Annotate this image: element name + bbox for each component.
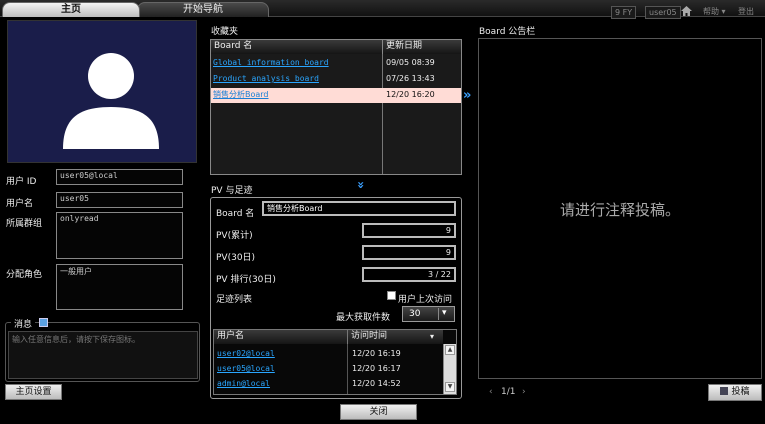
logout-link[interactable]: 登出 [738,6,754,19]
avatar [7,20,197,163]
visit-time: 12/20 16:17 [352,364,401,373]
post-button-label: 投稿 [731,387,750,397]
column-header-update-date[interactable]: 更新日期 [383,40,461,54]
status-indicator: 9 FY [611,6,637,19]
update-date: 09/05 08:39 [386,58,435,67]
visit-scrollbar[interactable]: ▲ ▼ [443,344,456,394]
visit-time: 12/20 14:52 [352,379,401,388]
scroll-down-icon[interactable]: ▼ [445,382,455,392]
table-row[interactable]: admin@local 12/20 14:52 [214,377,443,392]
role-label: 分配角色 [6,270,43,280]
help-menu[interactable]: 帮助 ▾ [703,6,726,19]
board-title: Board 公告栏 [479,27,536,37]
save-icon[interactable] [39,318,48,327]
max-count-value: 30 [409,309,421,319]
last-visit-label: 用户上次访问 [398,295,453,305]
home-settings-button[interactable]: 主页设置 [5,384,62,400]
board-link[interactable]: Global information board [213,56,329,70]
home-icon[interactable] [681,6,692,19]
update-date: 07/26 13:43 [386,74,435,83]
next-page-icon[interactable]: › [522,387,526,397]
collapse-chevron-icon[interactable]: » [354,181,368,189]
visitor-link[interactable]: user02@local [217,347,275,361]
post-icon [720,387,729,395]
visit-table: 用户名 访问时间 ▾ user02@local 12/20 16:19 user… [213,329,457,395]
user-id-field: user05@local [56,169,183,185]
visitor-link[interactable]: admin@local [217,377,270,391]
update-date: 12/20 16:20 [386,90,435,99]
sort-down-icon[interactable]: ▾ [430,330,434,343]
scroll-up-icon[interactable]: ▲ [445,345,455,355]
role-field: 一般用户 [56,264,183,310]
message-input[interactable]: 输入任意信息后，请按下保存图标。 [8,331,198,379]
post-button[interactable]: 投稿 [708,384,762,401]
pv-rank-label: PV 排行(30日) [216,275,276,285]
visit-time: 12/20 16:19 [352,349,401,358]
message-title: 消息 [11,317,36,330]
pv-title: PV 与足迹 [211,186,253,196]
table-row[interactable]: user02@local 12/20 16:19 [214,347,443,362]
board-empty-message: 请进行注释投稿。 [559,201,680,219]
chevron-down-icon: ▾ [442,308,447,318]
pv-30day-label: PV(30日) [216,253,256,263]
message-title-label: 消息 [14,320,33,330]
footprint-label: 足迹列表 [216,295,253,305]
group-label: 所属群组 [6,219,43,229]
board-link[interactable]: 销售分析Board [213,88,269,102]
pv-rank-field: 3 / 22 [362,267,456,282]
table-row-selected[interactable]: 销售分析Board 12/20 16:20 [211,88,461,103]
table-row[interactable]: Product analysis board 07/26 13:43 [211,72,461,87]
tab-home[interactable]: 主页 [2,2,140,17]
pv-board-field: 销售分析Board [262,201,456,216]
pv-total-field: 9 [362,223,456,238]
board-link[interactable]: Product analysis board [213,72,319,86]
table-row[interactable]: Global information board 09/05 08:39 [211,56,461,71]
favorites-title: 收藏夹 [211,27,239,37]
tab-start-navigation[interactable]: 开始导航 [137,2,269,17]
pv-board-label: Board 名 [216,209,255,219]
column-header-visit-time[interactable]: 访问时间 ▾ [348,330,443,344]
page-indicator: 1/1 [501,387,516,397]
last-visit-checkbox[interactable] [387,291,396,300]
column-header-board-name[interactable]: Board 名 [211,40,383,54]
user-id-label: 用户 ID [6,177,37,187]
pv-30day-field: 9 [362,245,456,260]
user-name-label: 用户名 [6,199,34,209]
group-field: onlyread [56,212,183,259]
table-row[interactable]: user05@local 12/20 16:17 [214,362,443,377]
expand-board-icon[interactable]: » [463,88,471,103]
visit-time-header-label: 访问时间 [351,331,388,341]
user-menu[interactable]: user05 [645,6,681,19]
favorites-table: Board 名 更新日期 Global information board 09… [210,39,462,175]
user-name-field: user05 [56,192,183,208]
pv-total-label: PV(累计) [216,231,253,241]
max-count-label: 最大获取件数 [336,313,391,323]
visitor-link[interactable]: user05@local [217,362,275,376]
column-header-user[interactable]: 用户名 [214,330,348,344]
close-button[interactable]: 关闭 [340,404,417,420]
prev-page-icon[interactable]: ‹ [489,387,493,397]
board-panel: 请进行注释投稿。 [478,38,762,379]
max-count-select[interactable]: 30 ▾ [402,306,455,322]
